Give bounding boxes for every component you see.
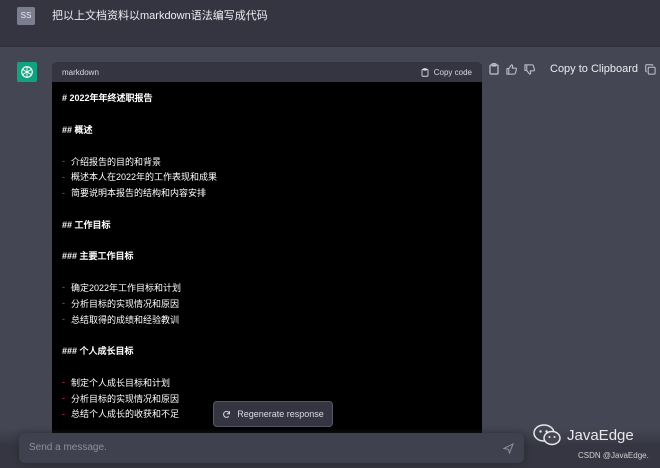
regenerate-response-button[interactable]: Regenerate response <box>213 401 333 427</box>
list-bullet: - <box>62 171 65 182</box>
code-line: ### 个人成长目标 <box>62 343 472 359</box>
list-bullet: - <box>62 298 65 309</box>
message-actions: Copy to Clipboard <box>489 63 656 75</box>
code-language-label: markdown <box>62 67 99 77</box>
code-line-text: # 2022年年终述职报告 <box>62 93 153 104</box>
code-line-text: ### 主要工作目标 <box>62 251 134 262</box>
code-line: - 介绍报告的目的和背景 <box>62 153 472 169</box>
message-input-placeholder: Send a message. <box>29 442 107 453</box>
send-icon[interactable] <box>503 443 514 454</box>
code-line-text: 确定2022年工作目标和计划 <box>71 282 182 293</box>
list-bullet: - <box>62 156 65 167</box>
brand-credit: CSDN @JavaEdge. <box>578 451 649 460</box>
code-line: - 简要说明本报告的结构和内容安排 <box>62 185 472 201</box>
code-line-text: 总结个人成长的收获和不足 <box>71 409 180 420</box>
clipboard-icon <box>421 67 429 77</box>
code-line-text: 简要说明本报告的结构和内容安排 <box>71 188 207 199</box>
list-bullet: - <box>62 377 65 388</box>
list-bullet: - <box>62 282 65 293</box>
user-avatar: SS <box>17 7 35 25</box>
refresh-icon <box>223 410 231 418</box>
copy-code-label: Copy code <box>433 67 472 77</box>
clipboard-icon[interactable] <box>489 63 499 75</box>
code-line: ### 主要工作目标 <box>62 248 472 264</box>
list-bullet: - <box>62 408 65 419</box>
wechat-logo-icon <box>533 424 561 446</box>
code-content: # 2022年年终述职报告 ## 概述 - 介绍报告的目的和背景 - 概述本人在2022年… <box>52 82 482 430</box>
thumbs-down-icon[interactable] <box>524 63 535 75</box>
watermark: JavaEdge CSDN @JavaEdge. <box>533 424 649 460</box>
regenerate-label: Regenerate response <box>237 409 324 419</box>
code-line: ## 概述 <box>62 122 472 138</box>
code-block: markdown Copy code # 2022年年终述职报告 ## 概述 - 介绍… <box>52 62 482 442</box>
list-bullet: - <box>62 314 65 325</box>
code-line: ## 工作目标 <box>62 216 472 232</box>
code-line-text: ### 个人成长目标 <box>62 346 134 357</box>
code-line: # 2022年年终述职报告 <box>62 90 472 106</box>
code-line-text: 介绍报告的目的和背景 <box>71 156 162 167</box>
copy-code-button[interactable]: Copy code <box>421 68 472 77</box>
copy-icon[interactable] <box>645 63 656 75</box>
code-header: markdown Copy code <box>52 62 482 82</box>
code-line-text: 总结取得的成绩和经验教训 <box>71 314 180 325</box>
code-line: - 分析目标的实现情况和原因 <box>62 295 472 311</box>
thumbs-up-icon[interactable] <box>506 63 517 75</box>
code-line: - 总结取得的成绩和经验教训 <box>62 311 472 327</box>
code-line-text: ## 概述 <box>62 124 93 135</box>
openai-logo-icon <box>21 66 33 78</box>
list-bullet: - <box>62 187 65 198</box>
code-line: - 概述本人在2022年的工作表现和成果 <box>62 169 472 185</box>
brand-name: JavaEdge <box>567 426 634 444</box>
code-line-text: 概述本人在2022年的工作表现和成果 <box>71 172 218 183</box>
assistant-avatar <box>17 62 37 82</box>
code-line-text: ## 工作目标 <box>62 219 111 230</box>
code-line-text: 分析目标的实现情况和原因 <box>71 298 180 309</box>
code-line-text: 制定个人成长目标和计划 <box>71 377 171 388</box>
code-line: - 制定个人成长目标和计划 <box>62 374 472 390</box>
code-line-text: 分析目标的实现情况和原因 <box>71 393 180 404</box>
message-input[interactable]: Send a message. <box>19 433 524 463</box>
list-bullet: - <box>62 393 65 404</box>
copy-to-clipboard-label[interactable]: Copy to Clipboard <box>550 63 638 75</box>
user-message-text: 把以上文档资料以markdown语法编写成代码 <box>52 10 268 22</box>
user-message-row: SS 把以上文档资料以markdown语法编写成代码 <box>0 0 660 47</box>
code-line: - 确定2022年工作目标和计划 <box>62 280 472 296</box>
